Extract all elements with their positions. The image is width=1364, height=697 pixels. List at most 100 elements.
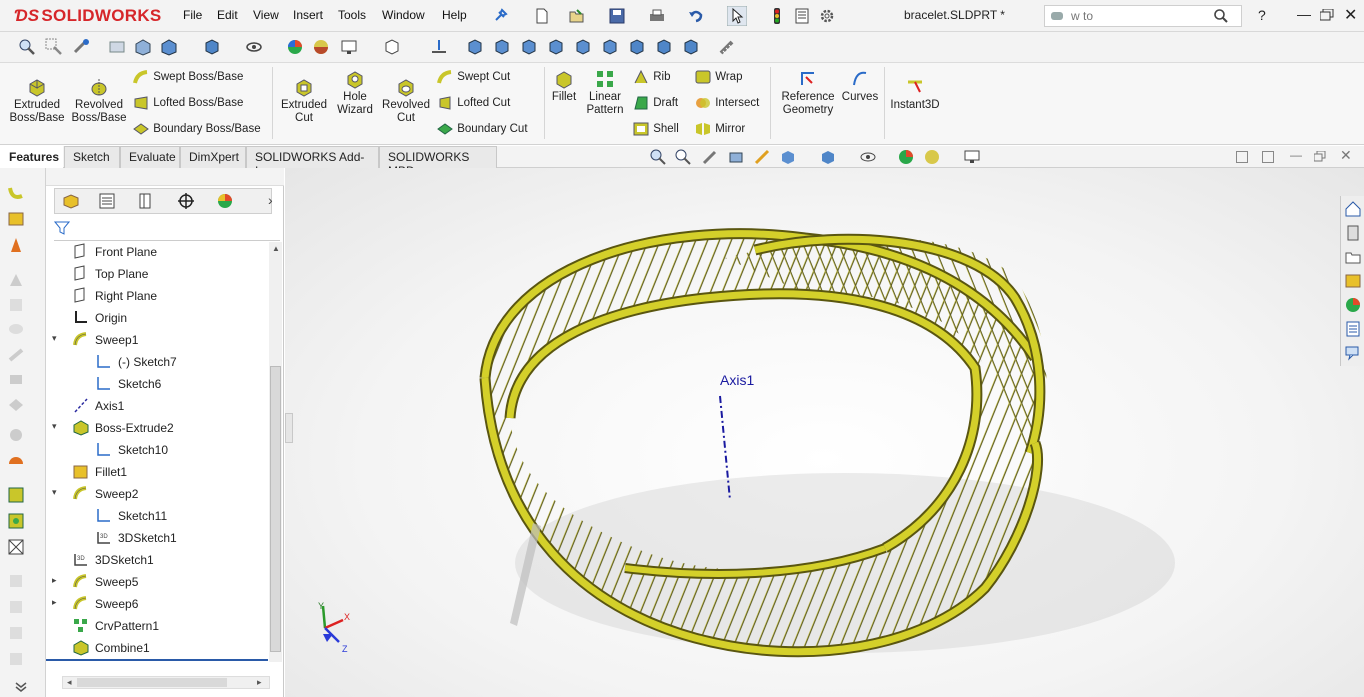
solidworks-resources-icon[interactable] [1344, 200, 1362, 218]
menu-insert[interactable]: Insert [293, 8, 323, 22]
intersect-button[interactable]: Intersect [694, 95, 759, 111]
viewport-close-button[interactable]: ✕ [1340, 147, 1352, 164]
scroll-right-arrow-icon[interactable]: ▸ [257, 677, 262, 688]
wrap-button[interactable]: Wrap [694, 69, 742, 85]
save-icon[interactable] [608, 7, 626, 25]
open-document-icon[interactable] [568, 7, 586, 25]
revolved-cut-button[interactable]: Revolved Cut [380, 77, 432, 125]
scroll-up-arrow-icon[interactable]: ▲ [272, 244, 280, 253]
hud-edit-appearance-icon[interactable] [898, 149, 914, 165]
viewport-nav-right-icon[interactable] [1262, 151, 1274, 163]
expand-arrow-open-icon[interactable]: ▾ [52, 421, 57, 432]
hud-apply-scene-icon[interactable] [924, 149, 940, 165]
thicken-shortcut-icon[interactable] [7, 320, 25, 338]
center-of-mass-shortcut-icon[interactable] [7, 650, 25, 668]
view-settings-icon[interactable] [340, 38, 358, 56]
dynamic-annotation-icon[interactable] [134, 38, 152, 56]
measure-icon[interactable] [718, 38, 736, 56]
tab-dimxpert[interactable]: DimXpert [180, 146, 246, 168]
view-cube-icon[interactable] [383, 38, 401, 56]
shell-shortcut-icon[interactable] [7, 426, 25, 444]
tree-item[interactable]: Axis1 [46, 396, 268, 416]
tree-item[interactable]: CrvPattern1 [46, 616, 268, 636]
sweep-shortcut-icon[interactable] [7, 184, 25, 202]
tree-item[interactable]: ▸ Sweep5 [46, 572, 268, 592]
options-gear-icon[interactable] [818, 7, 836, 25]
pattern-shortcut-icon[interactable] [7, 396, 25, 414]
viewport-nav-left-icon[interactable] [1236, 151, 1248, 163]
hide-show-items-icon[interactable] [245, 38, 263, 56]
top-view-icon[interactable] [574, 38, 592, 56]
curves-button[interactable]: Curves [840, 69, 880, 104]
minimize-button[interactable]: — [1297, 6, 1311, 22]
shell-button[interactable]: Shell [632, 121, 679, 137]
hole-wizard-button[interactable]: Hole Wizard [332, 69, 378, 117]
filter-icon[interactable] [54, 220, 70, 236]
display-manager-tab-icon[interactable] [215, 192, 235, 210]
cut-shortcut-icon[interactable] [7, 346, 25, 364]
swept-cut-button[interactable]: Swept Cut [436, 69, 510, 85]
scroll-left-arrow-icon[interactable]: ◂ [67, 677, 72, 688]
revolved-boss-button[interactable]: Revolved Boss/Base [70, 77, 128, 125]
hud-view-orientation-icon[interactable] [780, 149, 796, 165]
close-button[interactable]: ✕ [1344, 5, 1357, 25]
loft-shortcut-icon[interactable] [7, 272, 25, 290]
previous-view-icon[interactable] [72, 38, 90, 56]
isometric-view-icon[interactable] [628, 38, 646, 56]
view-orientation-icon[interactable] [160, 38, 178, 56]
file-explorer-icon[interactable] [1344, 248, 1362, 266]
tree-item[interactable]: Front Plane [46, 242, 268, 262]
menu-edit[interactable]: Edit [217, 8, 238, 22]
hud-display-style-icon[interactable] [820, 149, 836, 165]
panel-collapse-handle[interactable] [285, 413, 293, 443]
viewport-minimize-button[interactable]: — [1290, 148, 1302, 162]
extrude-shortcut-icon[interactable] [7, 210, 25, 228]
tree-item[interactable]: 3D 3DSketch1 [46, 528, 268, 548]
section-view-icon[interactable] [108, 38, 126, 56]
instant3d-button[interactable]: Instant3D [888, 77, 942, 112]
panel-tabs-more-icon[interactable]: › [268, 192, 273, 208]
menu-help[interactable]: Help [442, 8, 467, 22]
rebuild-icon[interactable] [768, 7, 786, 25]
lofted-cut-button[interactable]: Lofted Cut [436, 95, 510, 111]
bottom-view-icon[interactable] [601, 38, 619, 56]
linear-pattern-button[interactable]: Linear Pattern [584, 69, 626, 117]
tree-scrollbar[interactable]: ▲ [269, 242, 282, 662]
tree-item[interactable]: Sketch11 [46, 506, 268, 526]
view-palette-icon[interactable] [1344, 272, 1362, 290]
print-icon[interactable] [648, 7, 666, 25]
pin-icon[interactable] [490, 8, 508, 26]
fillet-button[interactable]: Fillet [548, 69, 580, 104]
tree-item[interactable]: Fillet1 [46, 462, 268, 482]
mate-reference-shortcut-icon[interactable] [7, 624, 25, 642]
tree-item[interactable]: Origin [46, 308, 268, 328]
custom-properties-icon[interactable] [1344, 320, 1362, 338]
graphics-area[interactable]: Axis1 Y X Z [285, 168, 1364, 697]
feature-manager-tab-icon[interactable] [61, 192, 81, 210]
front-view-icon[interactable] [466, 38, 484, 56]
hud-zoom-area-icon[interactable] [675, 149, 691, 165]
hud-hide-show-icon[interactable] [860, 149, 876, 165]
help-icon[interactable]: ? [1258, 7, 1266, 23]
tab-evaluate[interactable]: Evaluate [120, 146, 180, 168]
swept-boss-button[interactable]: Swept Boss/Base [132, 69, 243, 85]
reference-plane-shortcut-icon[interactable] [7, 512, 25, 530]
appearances-icon[interactable] [1344, 296, 1362, 314]
viewport-restore-button[interactable] [1314, 151, 1326, 162]
tree-item[interactable]: Top Plane [46, 264, 268, 284]
axis1-label[interactable]: Axis1 [720, 372, 754, 388]
right-view-icon[interactable] [547, 38, 565, 56]
solidworks-logo[interactable]: ƊS SOLIDWORKS [14, 6, 162, 26]
extruded-boss-button[interactable]: Extruded Boss/Base [8, 77, 66, 125]
search-icon[interactable] [1213, 8, 1229, 24]
boundary-boss-button[interactable]: Boundary Boss/Base [132, 121, 261, 137]
strip-expand-chevron-icon[interactable] [14, 682, 28, 692]
tree-horizontal-scrollbar[interactable]: ◂ ▸ [62, 676, 270, 689]
tab-addins[interactable]: SOLIDWORKS Add-Ins [246, 146, 379, 178]
mirror-button[interactable]: Mirror [694, 121, 745, 137]
tree-item[interactable]: (-) Sketch7 [46, 352, 268, 372]
revolve-shortcut-icon[interactable] [7, 236, 25, 254]
point-shortcut-icon[interactable] [7, 572, 25, 590]
tree-item[interactable]: Right Plane [46, 286, 268, 306]
restore-button[interactable] [1320, 9, 1334, 21]
